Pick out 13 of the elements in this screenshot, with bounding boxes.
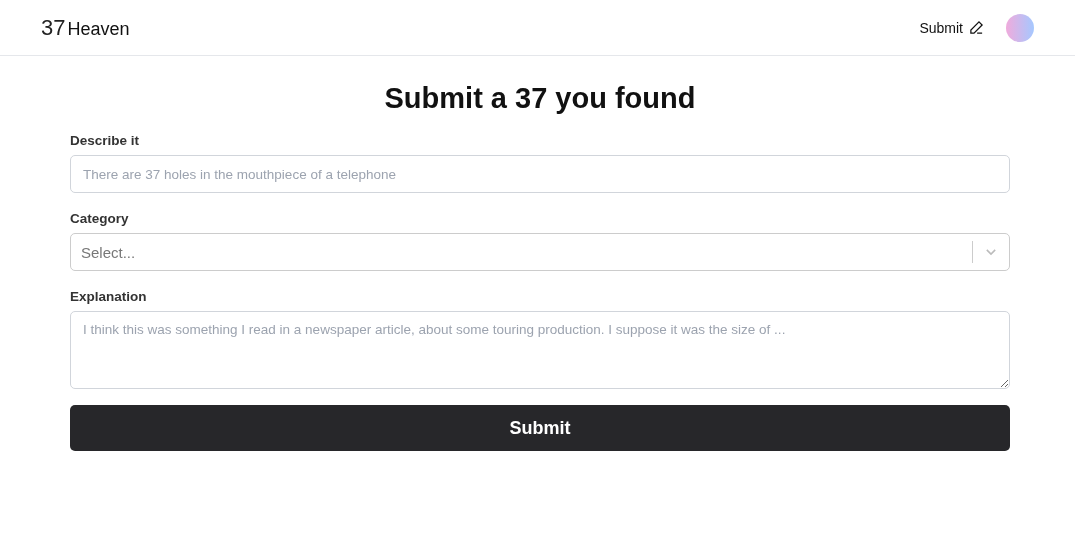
avatar[interactable] <box>1006 13 1034 42</box>
text-area[interactable]: I think this was something I read in a newspaper article, about some touring production. I suppose it was the size of ... <box>70 311 1010 389</box>
submit-button[interactable]: Submit <box>70 405 1010 451</box>
text-field[interactable]: There are 37 holes in the mouthpiece of a telephone <box>70 155 1010 193</box>
field-label: Explanation <box>70 289 148 304</box>
submit-link[interactable]: Submit <box>919 19 984 36</box>
select-dropdown[interactable]: Select... <box>70 233 1010 271</box>
pencil-icon <box>969 20 984 35</box>
logo-text: Heaven <box>67 18 130 40</box>
field-label: Category <box>70 211 130 226</box>
page-title: Submit a 37 you found <box>384 82 696 115</box>
field-label: Describe it <box>70 133 141 148</box>
logo-number: 37 <box>41 14 66 41</box>
